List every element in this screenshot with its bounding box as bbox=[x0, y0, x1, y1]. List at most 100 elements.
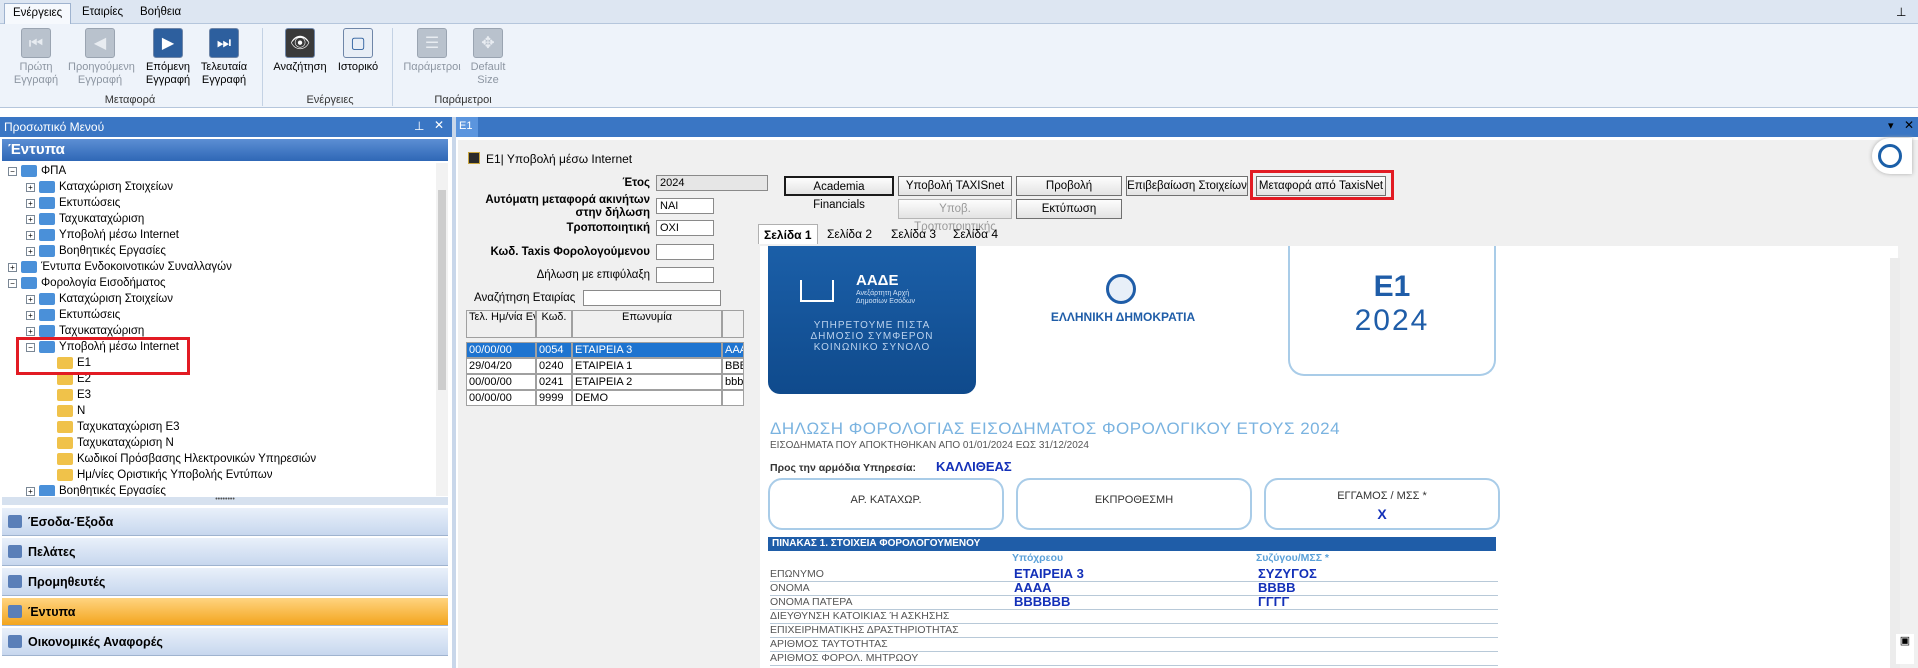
parameters-button[interactable]: ☰ Παράμετροι bbox=[400, 28, 464, 74]
grid-cell[interactable]: ΒΒΒΒ bbox=[722, 358, 744, 374]
office-label: Προς την αρμόδια Υπηρεσία: bbox=[770, 462, 916, 474]
academia-financials-button[interactable]: Academia Financials bbox=[784, 176, 894, 211]
assistant-widget[interactable] bbox=[1872, 138, 1912, 174]
grid-cell[interactable]: 29/04/20 bbox=[466, 358, 536, 374]
expand-icon[interactable]: + bbox=[26, 294, 35, 304]
grid-cell[interactable]: ΑΑΑ bbox=[722, 342, 744, 358]
menu-tab-actions[interactable]: Ενέργειες bbox=[4, 3, 72, 24]
expand-icon[interactable]: + bbox=[26, 230, 35, 240]
tree-item[interactable]: + Βοηθητικές Εργασίες bbox=[26, 483, 166, 496]
tree-item[interactable]: + Ταχυκαταχώριση bbox=[26, 211, 144, 227]
grid-header-date[interactable]: Τελ. Ημ/νία Ενημέρωσης bbox=[466, 310, 536, 338]
grid-cell[interactable]: 9999 bbox=[536, 390, 572, 406]
grid-header-extra[interactable] bbox=[722, 310, 744, 338]
document-scrollbar[interactable] bbox=[1890, 258, 1900, 668]
tree-item[interactable]: Ταχυκαταχώριση N bbox=[57, 435, 174, 451]
tree-item[interactable]: Ταχυκαταχώριση E3 bbox=[57, 419, 180, 435]
grid-cell[interactable]: 00/00/00 bbox=[466, 390, 536, 406]
expand-icon[interactable]: + bbox=[26, 182, 35, 192]
close-icon[interactable]: ✕ bbox=[1904, 118, 1914, 132]
amending-field[interactable]: ΟΧΙ bbox=[656, 220, 714, 236]
tree-scrollbar-thumb[interactable] bbox=[438, 190, 446, 390]
year-field[interactable]: 2024 bbox=[656, 175, 768, 191]
pin-icon[interactable]: ⊥ bbox=[1896, 5, 1906, 19]
tab-page-4[interactable]: Σελίδα 4 bbox=[948, 224, 1003, 244]
expand-icon[interactable]: + bbox=[26, 246, 35, 256]
verify-data-button[interactable]: Επιβεβαίωση Στοιχείων bbox=[1126, 176, 1248, 196]
grid-cell[interactable]: 0240 bbox=[536, 358, 572, 374]
grid-header-name[interactable]: Επωνυμία bbox=[572, 310, 722, 338]
personal-menu-title: Προσωπικό Μενού bbox=[4, 120, 105, 134]
print-button[interactable]: Εκτύπωση bbox=[1016, 199, 1122, 219]
tree-item[interactable]: + Υποβολή μέσω Internet bbox=[26, 227, 179, 243]
expand-icon[interactable]: + bbox=[26, 326, 35, 336]
tree-item[interactable]: + Εκτυπώσεις bbox=[26, 307, 120, 323]
reserved-field[interactable] bbox=[656, 267, 714, 283]
company-search-label: Αναζήτηση Εταιρίας bbox=[474, 292, 576, 304]
grid-cell[interactable]: ΕΤΑΙΡΕΙΑ 2 bbox=[572, 374, 722, 390]
menu-tab-help[interactable]: Βοήθεια bbox=[132, 3, 189, 24]
expand-icon[interactable]: + bbox=[8, 262, 17, 272]
last-record-button[interactable]: ⏭ Τελευταία Εγγραφή bbox=[192, 28, 256, 87]
tree-item[interactable]: − Φορολογία Εισοδήματος bbox=[8, 275, 166, 291]
highlight-box-transfer-button bbox=[1250, 170, 1394, 200]
tree-item[interactable]: + Βοηθητικές Εργασίες bbox=[26, 243, 166, 259]
expand-icon[interactable]: + bbox=[26, 198, 35, 208]
tree-item[interactable]: + Καταχώριση Στοιχείων bbox=[26, 291, 173, 307]
nav-forms[interactable]: Έντυπα bbox=[2, 598, 448, 626]
grid-cell[interactable]: 0241 bbox=[536, 374, 572, 390]
tree-item[interactable]: + Εκτυπώσεις bbox=[26, 195, 120, 211]
grid-cell[interactable]: DEMO bbox=[572, 390, 722, 406]
form-title: ΔΗΛΩΣΗ ΦΟΡΟΛΟΓΙΑΣ ΕΙΣΟΔΗΜΑΤΟΣ ΦΟΡΟΛΟΓΙΚΟ… bbox=[770, 419, 1341, 438]
chevron-down-icon[interactable]: ▾ bbox=[1888, 119, 1894, 132]
pin-icon[interactable]: ⊥ bbox=[414, 119, 424, 133]
camera-icon[interactable]: ▣ bbox=[1896, 634, 1914, 664]
expand-icon[interactable]: + bbox=[26, 214, 35, 224]
section-forms-header[interactable]: Έντυπα bbox=[2, 139, 448, 161]
tree-item[interactable]: Ημ/νίες Οριστικής Υποβολής Εντύπων bbox=[57, 467, 272, 483]
tree-item[interactable]: Κωδικοί Πρόσβασης Ηλεκτρονικών Υπηρεσιών bbox=[57, 451, 316, 467]
company-search-input[interactable] bbox=[583, 290, 721, 306]
preview-button[interactable]: Προβολή bbox=[1016, 176, 1122, 196]
tree-item[interactable]: + Έντυπα Ενδοκοινοτικών Συναλλαγών bbox=[8, 259, 232, 275]
next-record-button[interactable]: ▶ Επόμενη Εγγραφή bbox=[136, 28, 200, 87]
nav-income-expense[interactable]: Έσοδα-Έξοδα bbox=[2, 508, 448, 536]
tree-item[interactable]: + Καταχώριση Στοιχείων bbox=[26, 179, 173, 195]
grid-cell[interactable]: 0054 bbox=[536, 342, 572, 358]
search-button[interactable]: 👁 Αναζήτηση bbox=[268, 28, 332, 74]
grid-cell[interactable]: 00/00/00 bbox=[466, 374, 536, 390]
grid-cell[interactable]: 00/00/00 bbox=[466, 342, 536, 358]
splitter-handle[interactable]: •••••••• bbox=[2, 496, 448, 505]
grid-header-code[interactable]: Κωδ. bbox=[536, 310, 572, 338]
grid-cell[interactable]: bbbb bbox=[722, 374, 744, 390]
submit-taxisnet-button[interactable]: Υποβολή TAXISnet bbox=[898, 176, 1012, 196]
nav-customers[interactable]: Πελάτες bbox=[2, 538, 448, 566]
tree-item[interactable]: − ΦΠΑ bbox=[8, 163, 66, 179]
nav-reports[interactable]: Οικονομικές Αναφορές bbox=[2, 628, 448, 656]
tab-page-3[interactable]: Σελίδα 3 bbox=[886, 224, 941, 244]
tree-item[interactable]: E3 bbox=[57, 387, 91, 403]
default-size-button[interactable]: ✥ Default Size bbox=[456, 28, 520, 87]
submit-amending-button[interactable]: Υποβ. Τροποποιητικής bbox=[898, 199, 1012, 233]
collapse-icon[interactable]: − bbox=[8, 278, 17, 288]
collapse-icon[interactable]: − bbox=[8, 166, 17, 176]
tree-item[interactable]: N bbox=[57, 403, 85, 419]
menu-tab-companies[interactable]: Εταιρίες bbox=[74, 3, 131, 24]
panel-splitter[interactable] bbox=[452, 117, 456, 668]
first-record-button[interactable]: ⏮ Πρώτη Εγγραφή bbox=[4, 28, 68, 87]
tab-page-2[interactable]: Σελίδα 2 bbox=[822, 224, 877, 244]
grid-cell[interactable] bbox=[722, 390, 744, 406]
close-icon[interactable]: ✕ bbox=[434, 118, 444, 132]
tab-page-1[interactable]: Σελίδα 1 bbox=[758, 224, 818, 244]
grid-cell[interactable]: ΕΤΑΙΡΕΙΑ 3 bbox=[572, 342, 722, 358]
form-row-label: ΑΡΙΘΜΟΣ ΤΑΥΤΟΤΗΤΑΣ bbox=[770, 638, 888, 650]
nav-suppliers[interactable]: Προμηθευτές bbox=[2, 568, 448, 596]
grid-cell[interactable]: ΕΤΑΙΡΕΙΑ 1 bbox=[572, 358, 722, 374]
previous-record-button[interactable]: ◀ Προηγούμενη Εγγραφή bbox=[68, 28, 135, 87]
document-tab-e1[interactable]: E1 bbox=[456, 117, 478, 137]
auto-transfer-field[interactable]: ΝΑΙ bbox=[656, 198, 714, 214]
expand-icon[interactable]: + bbox=[26, 486, 35, 496]
expand-icon[interactable]: + bbox=[26, 310, 35, 320]
history-button[interactable]: ▢ Ιστορικό bbox=[326, 28, 390, 74]
taxis-code-field[interactable] bbox=[656, 244, 714, 260]
